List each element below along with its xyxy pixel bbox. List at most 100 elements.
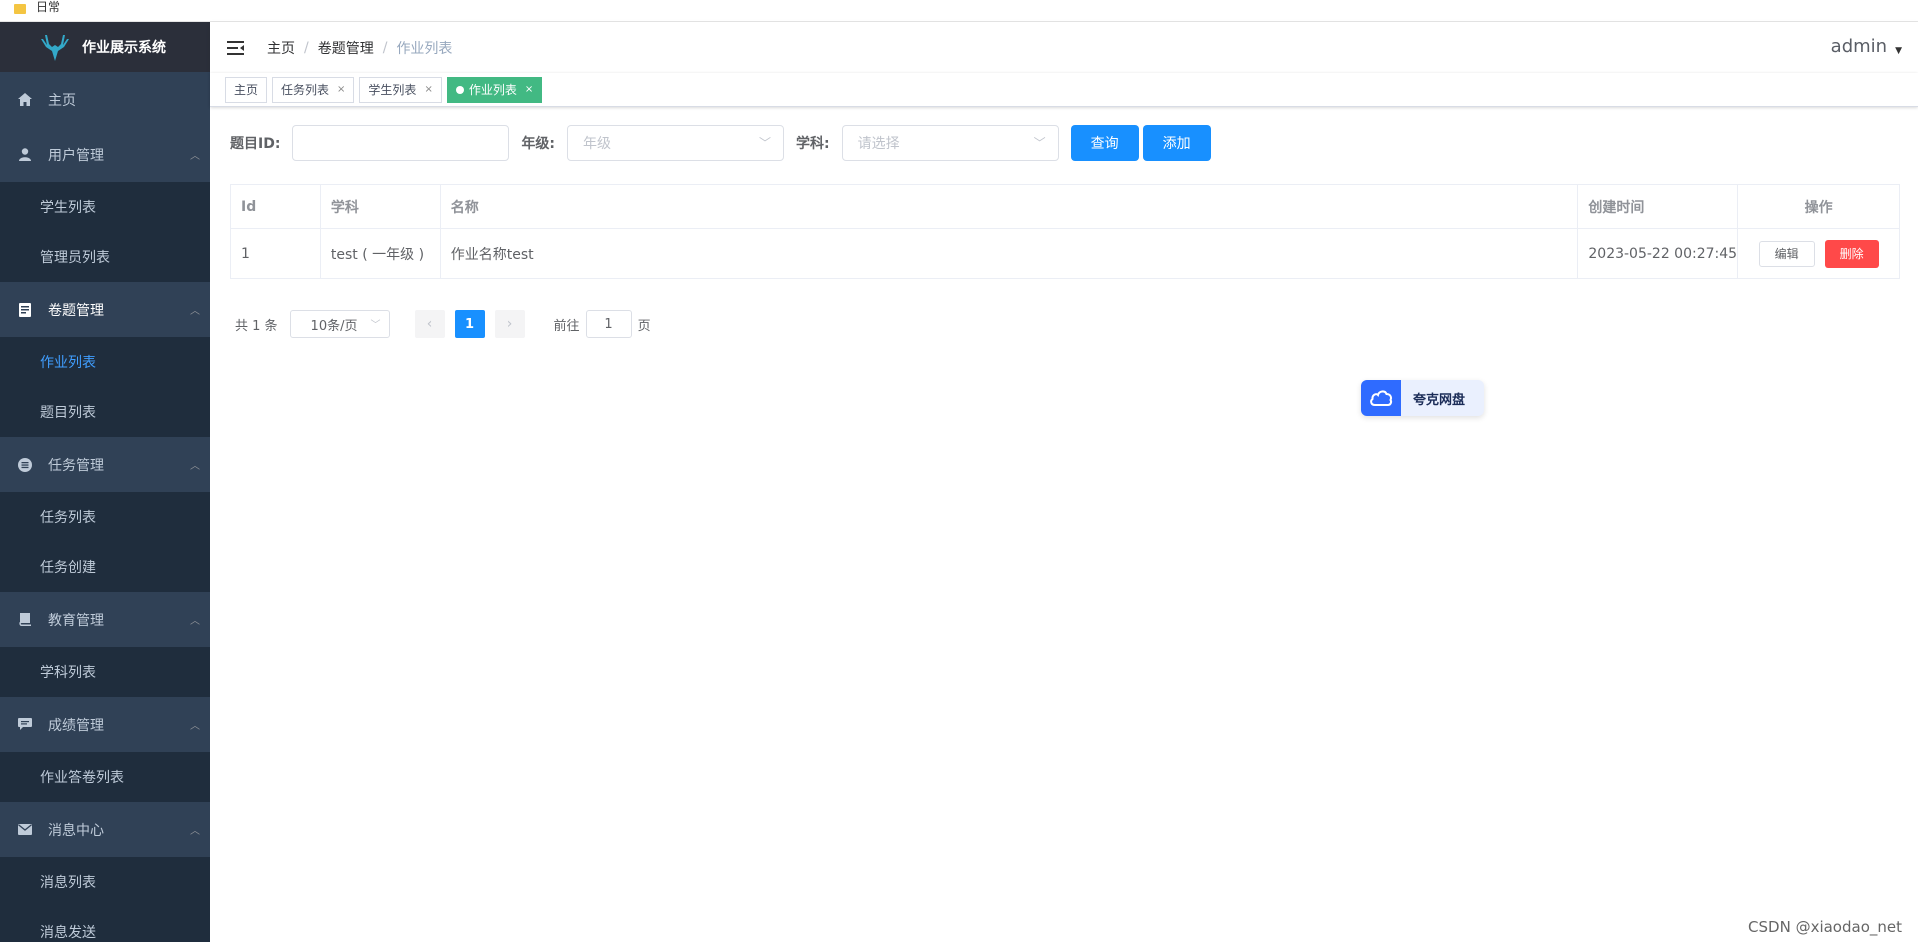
user-icon: [18, 148, 32, 162]
main-content: 题目ID: 年级: 年级 ﹀ 学科: 请选择 ﹀ 查询 添加 Id 学科 名称 …: [210, 107, 1918, 942]
username: admin: [1830, 36, 1888, 57]
filter-form: 题目ID: 年级: 年级 ﹀ 学科: 请选择 ﹀ 查询 添加: [230, 125, 1215, 161]
page-size-value: 10条/页: [310, 318, 358, 334]
caret-down-icon: ▼: [1895, 45, 1902, 56]
book-icon: [18, 613, 32, 627]
chevron-up-icon: ︿: [190, 306, 200, 317]
tag-label: 主页: [234, 83, 259, 97]
grade-placeholder: 年级: [583, 136, 612, 152]
quark-drive-widget[interactable]: 夸克网盘: [1361, 380, 1484, 416]
deer-logo-icon: [41, 35, 69, 61]
pagination: 共 1 条 10条/页 ﹀ ‹ 1 › 前往 1 页: [235, 310, 651, 338]
tag-label: 作业列表: [468, 83, 517, 97]
close-icon[interactable]: ×: [337, 84, 345, 95]
chevron-up-icon: ︿: [190, 616, 200, 627]
sidebar-item-homework-list[interactable]: 作业列表: [0, 337, 210, 387]
table-header: Id 学科 名称 创建时间 操作: [231, 185, 1899, 229]
query-button[interactable]: 查询: [1070, 125, 1139, 161]
cell-created: 2023-05-22 00:27:45: [1578, 229, 1739, 278]
menu-score-management-label: 成绩管理: [48, 717, 104, 734]
chevron-up-icon: ︿: [190, 826, 200, 837]
page-number-current[interactable]: 1: [454, 310, 485, 338]
user-dropdown[interactable]: admin ▼: [1831, 36, 1902, 57]
menu-score-management[interactable]: 成绩管理 ︿: [0, 697, 210, 752]
menu-task-management[interactable]: 任务管理 ︿: [0, 437, 210, 492]
column-header-id: Id: [231, 185, 321, 228]
menu-user-management-label: 用户管理: [48, 147, 104, 164]
subject-placeholder: 请选择: [857, 136, 900, 152]
menu-home[interactable]: 主页: [0, 72, 210, 127]
edit-button[interactable]: 编辑: [1758, 240, 1815, 267]
page-size-select[interactable]: 10条/页 ﹀: [289, 310, 390, 338]
sidebar: 作业展示系统 主页 用户管理 ︿ 学生列表 管理员列表 卷题管理 ︿ 作业列表 …: [0, 22, 210, 942]
tag-task-list[interactable]: 任务列表 ×: [272, 76, 355, 103]
list-circle-icon: [18, 457, 32, 472]
breadcrumb: 主页 / 卷题管理 / 作业列表: [267, 38, 452, 58]
breadcrumb-exam-management[interactable]: 卷题管理: [318, 38, 374, 58]
sidebar-item-subject-list[interactable]: 学科列表: [0, 647, 210, 697]
menu-education-management[interactable]: 教育管理 ︿: [0, 592, 210, 647]
menu-home-label: 主页: [48, 92, 76, 109]
hamburger-menu-icon[interactable]: [227, 40, 247, 56]
cell-name: 作业名称test: [441, 229, 1579, 278]
sidebar-item-task-create[interactable]: 任务创建: [0, 542, 210, 592]
pagination-total: 共 1 条: [235, 318, 278, 334]
goto-suffix: 页: [637, 318, 651, 334]
mail-icon: [18, 823, 32, 837]
goto-prefix: 前往: [553, 318, 580, 334]
sidebar-item-student-list[interactable]: 学生列表: [0, 182, 210, 232]
cell-id: 1: [231, 229, 321, 278]
goto-page-input[interactable]: 1: [585, 310, 632, 338]
chevron-down-icon: ﹀: [370, 320, 381, 331]
app-logo[interactable]: 作业展示系统: [0, 22, 210, 72]
prev-page-button[interactable]: ‹: [414, 310, 445, 338]
tag-homework-list[interactable]: 作业列表 ×: [446, 76, 543, 103]
sidebar-item-admin-list[interactable]: 管理员列表: [0, 232, 210, 282]
homework-table: Id 学科 名称 创建时间 操作 1 test ( 一年级 ) 作业名称test…: [230, 184, 1900, 279]
tag-home[interactable]: 主页: [225, 76, 268, 103]
column-header-actions: 操作: [1804, 199, 1833, 216]
menu-exam-management-label: 卷题管理: [48, 302, 104, 319]
grade-select[interactable]: 年级 ﹀: [567, 125, 785, 161]
menu-education-management-label: 教育管理: [48, 612, 104, 629]
sidebar-item-answer-sheet-list[interactable]: 作业答卷列表: [0, 752, 210, 802]
sidebar-item-task-list[interactable]: 任务列表: [0, 492, 210, 542]
sidebar-item-message-list[interactable]: 消息列表: [0, 857, 210, 907]
sidebar-item-question-list[interactable]: 题目列表: [0, 387, 210, 437]
menu-message-center[interactable]: 消息中心 ︿: [0, 802, 210, 857]
navbar: 主页 / 卷题管理 / 作业列表 admin ▼: [210, 22, 1918, 73]
chevron-up-icon: ︿: [190, 461, 200, 472]
close-icon[interactable]: ×: [424, 84, 432, 95]
watermark: CSDN @xiaodao_net: [1748, 918, 1902, 936]
active-dot-icon: [455, 85, 464, 94]
menu-message-center-label: 消息中心: [48, 822, 104, 839]
sidebar-item-message-send[interactable]: 消息发送: [0, 907, 210, 942]
tag-student-list[interactable]: 学生列表 ×: [359, 76, 442, 103]
question-id-label: 题目ID:: [230, 136, 281, 152]
next-page-button[interactable]: ›: [494, 310, 525, 338]
chevron-down-icon: ﹀: [759, 136, 772, 150]
menu-task-management-label: 任务管理: [48, 457, 104, 474]
home-icon: [18, 93, 32, 107]
delete-button[interactable]: 删除: [1824, 239, 1879, 268]
chevron-up-icon: ︿: [190, 151, 200, 162]
close-icon[interactable]: ×: [525, 84, 533, 95]
bookmark-bar: 日常: [0, 0, 1918, 22]
cell-subject: test ( 一年级 ): [321, 229, 441, 278]
cloud-icon: [1361, 380, 1401, 416]
tag-label: 任务列表: [281, 83, 330, 97]
question-id-input[interactable]: [292, 125, 510, 161]
subject-label: 学科:: [796, 136, 830, 152]
column-header-name: 名称: [441, 185, 1579, 228]
tags-view: 主页 任务列表 × 学生列表 × 作业列表 ×: [210, 73, 1918, 107]
cell-actions: 编辑 删除: [1738, 229, 1899, 278]
subject-select[interactable]: 请选择 ﹀: [841, 125, 1059, 161]
folder-icon: [14, 3, 26, 14]
chevron-up-icon: ︿: [190, 721, 200, 732]
app-title: 作业展示系统: [82, 40, 166, 56]
bookmark-item[interactable]: 日常: [36, 0, 60, 15]
add-button[interactable]: 添加: [1142, 125, 1211, 161]
menu-user-management[interactable]: 用户管理 ︿: [0, 127, 210, 182]
breadcrumb-home[interactable]: 主页: [267, 38, 295, 58]
menu-exam-management[interactable]: 卷题管理 ︿: [0, 282, 210, 337]
